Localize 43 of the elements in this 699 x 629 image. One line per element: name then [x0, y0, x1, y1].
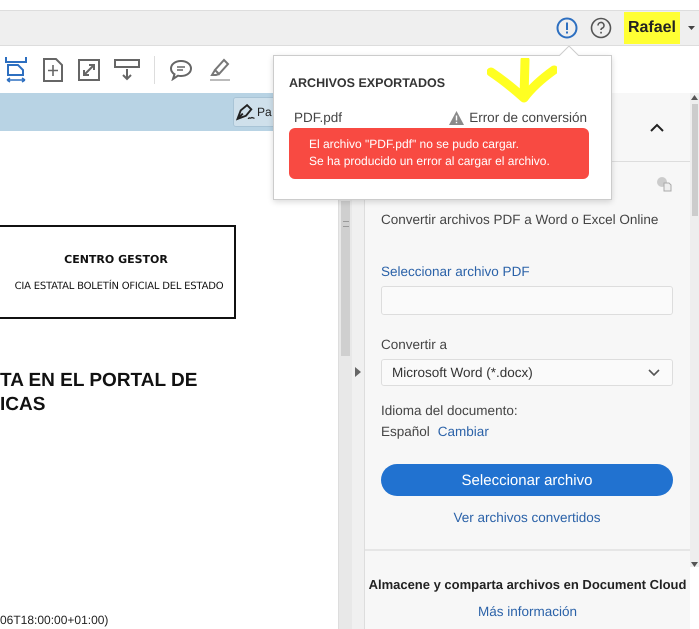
- chevron-down-icon: [648, 368, 660, 376]
- scrollbar[interactable]: [690, 93, 699, 567]
- error-message: El archivo "PDF.pdf" no se pudo cargar.: [309, 136, 520, 153]
- scroll-up-icon[interactable]: [691, 95, 698, 100]
- file-input-field[interactable]: [381, 286, 673, 315]
- user-name[interactable]: Rafael: [624, 12, 680, 44]
- document-heading: ICAS: [0, 393, 46, 417]
- scroll-down-icon[interactable]: [691, 562, 698, 567]
- format-dropdown[interactable]: Microsoft Word (*.docx): [381, 359, 673, 386]
- file-name: PDF.pdf: [294, 110, 342, 125]
- scroll-thumb[interactable]: [692, 104, 698, 216]
- cloud-file-icon: [656, 176, 672, 192]
- chevron-icon[interactable]: [650, 122, 664, 132]
- fullscreen-icon[interactable]: [78, 58, 100, 80]
- panel-description: Convertir archivos PDF a Word o Excel Online: [381, 212, 660, 227]
- pen-icon: [236, 103, 256, 121]
- document-text: 06T18:00:00+01:00): [0, 613, 108, 627]
- document-heading: TA EN EL PORTAL DE: [0, 369, 198, 393]
- select-file-button[interactable]: Seleccionar archivo: [381, 464, 673, 496]
- warning-icon: [449, 110, 464, 124]
- change-link[interactable]: Cambiar: [438, 424, 489, 439]
- box-text: CIA ESTATAL BOLETÍN OFICIAL DEL ESTADO: [14, 280, 224, 292]
- language-value: Español: [381, 424, 430, 439]
- popup-title: ARCHIVOS EXPORTADOS: [289, 76, 446, 90]
- promo-text: Almacene y comparta archivos en Document Cloud: [368, 577, 686, 592]
- convert-label: Convertir a: [381, 337, 448, 352]
- download-bar-icon[interactable]: [114, 58, 140, 80]
- alert-icon[interactable]: [556, 17, 578, 39]
- error-status: Error de conversión: [469, 110, 587, 125]
- select-pdf-label: Seleccionar archivo PDF: [381, 264, 531, 279]
- language-label: Idioma del documento:: [381, 403, 519, 418]
- more-info-link[interactable]: Más información: [478, 604, 578, 619]
- error-message: Se ha producido un error al cargar el archivo.: [309, 153, 551, 170]
- comment-icon[interactable]: [169, 58, 193, 80]
- box-title: CENTRO GESTOR: [64, 252, 168, 266]
- help-icon[interactable]: [590, 17, 612, 39]
- caret-icon[interactable]: [688, 26, 695, 30]
- scroll-thumb[interactable]: [341, 201, 350, 356]
- page-width-icon[interactable]: [4, 56, 28, 84]
- highlighter-icon[interactable]: [207, 58, 231, 82]
- expand-arrow-icon[interactable]: [355, 367, 361, 377]
- annotation-arrow-drawing: [487, 58, 557, 104]
- converted-files-link[interactable]: Ver archivos convertidos: [381, 510, 673, 525]
